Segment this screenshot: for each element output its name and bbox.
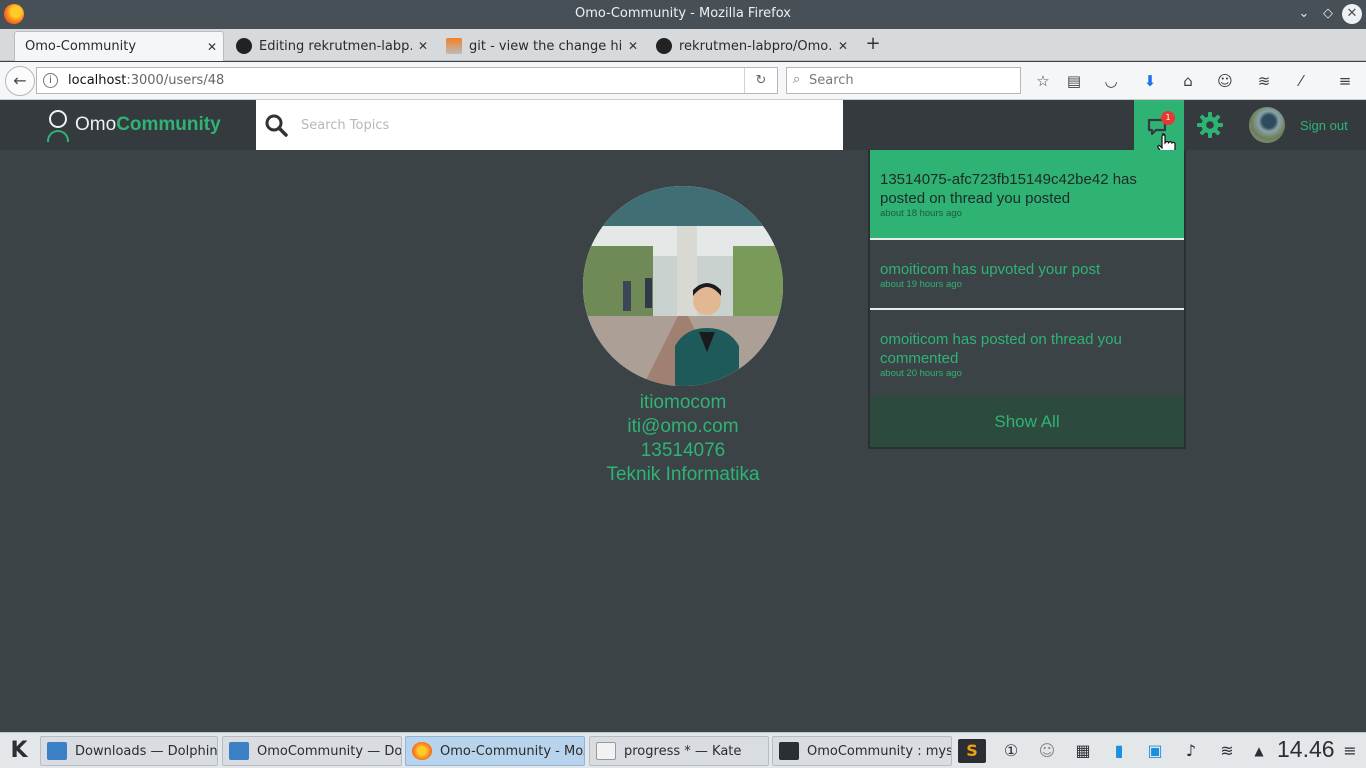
app-logo[interactable]: OmoCommunity	[46, 110, 221, 142]
tab-close-icon[interactable]: ✕	[832, 39, 854, 53]
chat-icon[interactable]: ☺	[1215, 71, 1235, 91]
show-all-button[interactable]: Show All	[870, 396, 1184, 447]
search-icon: ⌕	[793, 72, 801, 87]
sublime-text-icon[interactable]: S	[958, 739, 986, 763]
github-icon	[656, 38, 672, 54]
extension-icon[interactable]: ≋	[1254, 71, 1274, 91]
topic-search-input[interactable]	[301, 112, 821, 138]
kate-icon	[596, 742, 616, 760]
profile-username: itiomocom	[639, 392, 727, 413]
volume-icon[interactable]: ♪	[1178, 739, 1204, 763]
tab-label: rekrutmen-labpro/Omo…	[679, 38, 832, 54]
sign-out-link[interactable]: Sign out	[1300, 118, 1348, 133]
url-text: localhost:3000/users/48	[68, 73, 225, 88]
pocket-icon[interactable]: ◡	[1101, 71, 1121, 91]
browser-search-input[interactable]: ⌕ Search	[786, 67, 1021, 94]
window-titlebar: Omo-Community - Mozilla Firefox ⌄ ◇ ✕	[0, 0, 1366, 29]
notifications-tray-icon[interactable]: ▮	[1106, 739, 1132, 763]
home-icon[interactable]: ⌂	[1178, 71, 1198, 91]
task-dolphin-downloads[interactable]: Downloads — Dolphin	[40, 736, 218, 766]
info-icon[interactable]: i	[43, 73, 58, 88]
task-firefox[interactable]: Omo-Community - Moz	[405, 736, 585, 766]
stackoverflow-icon	[446, 38, 462, 54]
task-label: Omo-Community - Moz	[440, 743, 585, 759]
user-switch-icon[interactable]: ☺	[1034, 739, 1060, 763]
logo-text: OmoCommunity	[75, 114, 221, 135]
new-tab-button[interactable]: +	[862, 33, 884, 57]
maximize-button[interactable]: ◇	[1318, 4, 1338, 24]
close-window-button[interactable]: ✕	[1342, 4, 1362, 24]
wifi-icon[interactable]: ≋	[1213, 739, 1241, 763]
tab-close-icon[interactable]: ✕	[412, 39, 434, 53]
profile-nim: 13514076	[640, 440, 726, 461]
browser-search-placeholder: Search	[809, 73, 854, 88]
panel-menu-icon[interactable]: ≡	[1340, 739, 1360, 763]
person-logo-icon	[46, 110, 70, 142]
taskbar: K Downloads — Dolphin OmoCommunity — Dol…	[0, 732, 1366, 768]
tab-git-view[interactable]: git - view the change hi… ✕	[436, 31, 644, 61]
task-label: progress * — Kate	[624, 743, 742, 759]
task-terminal[interactable]: OmoCommunity : myso	[772, 736, 952, 766]
github-icon	[236, 38, 252, 54]
firefox-icon	[412, 742, 432, 760]
profile-email: iti@omo.com	[627, 416, 739, 437]
user-avatar[interactable]	[1249, 107, 1285, 143]
kde-connect-icon[interactable]: ▣	[1142, 739, 1168, 763]
task-label: OmoCommunity — Dol	[257, 743, 402, 759]
task-label: Downloads — Dolphin	[75, 743, 218, 759]
notification-item[interactable]: omoiticom has posted on thread you comme…	[870, 310, 1184, 396]
notification-time: about 20 hours ago	[880, 368, 962, 379]
tab-label: git - view the change hi…	[469, 38, 622, 54]
task-kate[interactable]: progress * — Kate	[589, 736, 769, 766]
task-label: OmoCommunity : myso	[807, 743, 952, 759]
notification-message: 13514075-afc723fb15149c42be42 has posted…	[880, 171, 1137, 207]
profile-major: Teknik Informatika	[606, 464, 760, 485]
tab-close-icon[interactable]: ✕	[622, 39, 644, 53]
dolphin-icon	[47, 742, 67, 760]
topic-search-bar	[256, 100, 843, 150]
tab-label: Omo-Community	[25, 39, 137, 54]
kde-launcher-icon[interactable]: K	[4, 737, 34, 765]
tab-omo-community[interactable]: Omo-Community ✕	[14, 31, 224, 61]
tray-expand-icon[interactable]: ▲	[1250, 739, 1268, 763]
dropper-icon[interactable]: ⁄	[1291, 71, 1311, 91]
task-dolphin-omocommunity[interactable]: OmoCommunity — Dol	[222, 736, 402, 766]
tab-strip: Omo-Community ✕ Editing rekrutmen-labp… …	[0, 29, 1366, 61]
reading-list-icon[interactable]: ▤	[1064, 71, 1084, 91]
password-manager-icon[interactable]: ①	[998, 739, 1024, 763]
clipboard-icon[interactable]: ▦	[1070, 739, 1096, 763]
reload-icon[interactable]: ↻	[744, 68, 777, 93]
notification-message: omoiticom has posted on thread you comme…	[880, 331, 1122, 367]
url-bar[interactable]: i localhost:3000/users/48 ↻	[36, 67, 778, 94]
minimize-button[interactable]: ⌄	[1294, 4, 1314, 24]
navigation-bar: ← i localhost:3000/users/48 ↻ ⌕ Search ☆…	[0, 62, 1366, 100]
notification-item[interactable]: 13514075-afc723fb15149c42be42 has posted…	[870, 150, 1184, 238]
tab-label: Editing rekrutmen-labp…	[259, 38, 412, 54]
window-title: Omo-Community - Mozilla Firefox	[575, 6, 791, 21]
menu-hamburger-icon[interactable]: ≡	[1335, 71, 1355, 91]
profile-photo	[583, 186, 783, 386]
bookmark-star-icon[interactable]: ☆	[1033, 71, 1053, 91]
notification-item[interactable]: omoiticom has upvoted your post about 19…	[870, 240, 1184, 308]
notification-message: omoiticom has upvoted your post	[880, 261, 1101, 278]
tab-rekrutmen-labpro[interactable]: rekrutmen-labpro/Omo… ✕	[646, 31, 854, 61]
downloads-icon[interactable]: ⬇	[1140, 71, 1160, 91]
tab-close-icon[interactable]: ✕	[201, 40, 223, 54]
notification-count-badge: 1	[1161, 111, 1175, 125]
back-button[interactable]: ←	[5, 66, 35, 96]
tab-editing-rekrutmen[interactable]: Editing rekrutmen-labp… ✕	[226, 31, 434, 61]
notification-time: about 19 hours ago	[880, 279, 962, 290]
dolphin-icon	[229, 742, 249, 760]
gear-icon[interactable]	[1196, 111, 1224, 139]
notifications-dropdown: 13514075-afc723fb15149c42be42 has posted…	[868, 150, 1186, 449]
terminal-icon	[779, 742, 799, 760]
clock[interactable]: 14.46	[1277, 736, 1335, 763]
search-icon	[265, 114, 288, 137]
notification-time: about 18 hours ago	[880, 208, 962, 219]
